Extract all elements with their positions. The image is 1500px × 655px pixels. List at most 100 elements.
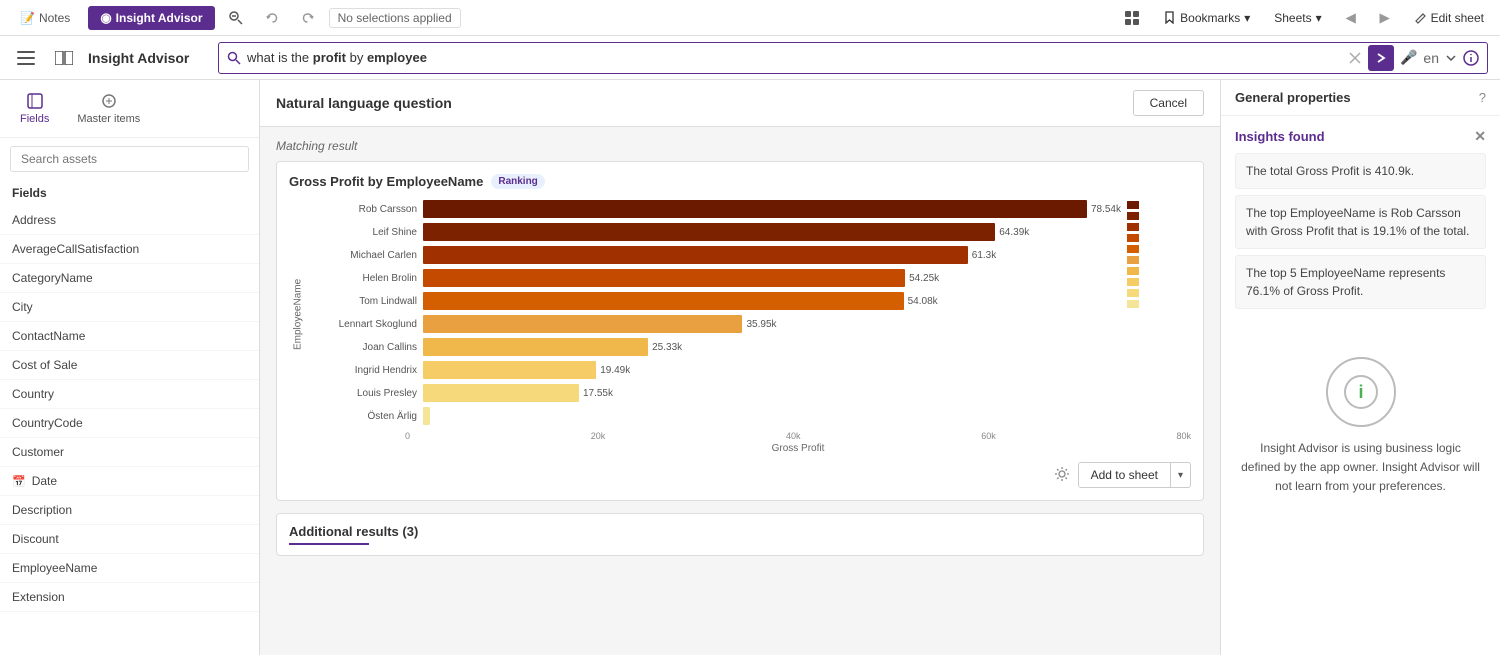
bar-row: Michael Carlen61.3k — [307, 245, 1121, 265]
field-item[interactable]: Cost of Sale — [0, 351, 259, 380]
field-item[interactable]: CategoryName — [0, 264, 259, 293]
bookmarks-btn[interactable]: Bookmarks ▾ — [1155, 7, 1258, 29]
notes-tab[interactable]: 📝 Notes — [8, 7, 82, 29]
bar-container: 35.95k — [423, 314, 1121, 334]
left-sidebar: Fields Master items Fields Address Averag… — [0, 80, 260, 655]
x-axis-label: Gross Profit — [405, 443, 1191, 454]
search-go-btn[interactable] — [1368, 45, 1394, 71]
additional-results: Additional results (3) — [276, 513, 1204, 556]
field-item[interactable]: Extension — [0, 583, 259, 612]
field-item[interactable]: Description — [0, 496, 259, 525]
add-sheet-main[interactable]: Add to sheet — [1079, 463, 1171, 487]
field-item[interactable]: Country — [0, 380, 259, 409]
search-assets-input[interactable] — [10, 146, 249, 172]
mic-icon[interactable]: 🎤 — [1400, 49, 1417, 66]
cancel-btn[interactable]: Cancel — [1133, 90, 1204, 116]
field-item[interactable]: Customer — [0, 438, 259, 467]
next-sheet-btn[interactable]: ▶ — [1372, 5, 1398, 31]
search-icon — [227, 51, 241, 65]
bar-container: 17.55k — [423, 383, 1121, 403]
field-name: Discount — [12, 532, 59, 546]
top-bar: 📝 Notes ◉ Insight Advisor No selections … — [0, 0, 1500, 36]
bar-fill — [423, 292, 904, 310]
bar-value: 64.39k — [999, 227, 1029, 238]
bar-value: 19.49k — [600, 365, 630, 376]
grid-view-btn[interactable] — [1117, 3, 1147, 33]
field-item[interactable]: ContactName — [0, 322, 259, 351]
field-item[interactable]: Address — [0, 206, 259, 235]
field-name: CountryCode — [12, 416, 83, 430]
bar-fill — [423, 269, 905, 287]
field-item[interactable]: CountryCode — [0, 409, 259, 438]
insight-advisor-tab[interactable]: ◉ Insight Advisor — [88, 6, 214, 30]
undo-btn[interactable] — [257, 3, 287, 33]
help-icon[interactable]: ? — [1479, 90, 1486, 105]
bar-container: 64.39k — [423, 222, 1121, 242]
field-name: Cost of Sale — [12, 358, 77, 372]
field-item[interactable]: 📅Date — [0, 467, 259, 496]
lang-selector[interactable]: en — [1423, 50, 1439, 66]
bar-container: 25.33k — [423, 337, 1121, 357]
general-properties-title: General properties — [1235, 90, 1351, 105]
bar-fill — [423, 315, 742, 333]
bar-chart-area: EmployeeName Rob Carsson78.54kLeif Shine… — [289, 199, 1191, 429]
bar-fill — [423, 338, 648, 356]
chart-card: Gross Profit by EmployeeName Ranking Emp… — [276, 161, 1204, 501]
chart-settings-btn[interactable] — [1054, 466, 1070, 485]
no-selections-text: No selections applied — [338, 11, 452, 25]
search-input[interactable]: what is the profit by employee — [247, 50, 1342, 65]
fields-label: Fields — [12, 186, 47, 200]
bar-label: Joan Callins — [307, 342, 417, 353]
field-name: City — [12, 300, 33, 314]
master-items-icon-item[interactable]: Master items — [69, 88, 148, 129]
edit-sheet-btn[interactable]: Edit sheet — [1406, 7, 1492, 29]
lang-chevron[interactable] — [1445, 52, 1457, 64]
field-name: Description — [12, 503, 72, 517]
bar-label: Östen Ärlig — [307, 411, 417, 422]
search-bar[interactable]: what is the profit by employee 🎤 en — [218, 42, 1488, 74]
advisor-info-text: Insight Advisor is using business logic … — [1241, 439, 1480, 497]
bar-value: 78.54k — [1091, 204, 1121, 215]
field-name: Address — [12, 213, 56, 227]
insights-found-section: Insights found ✕ The total Gross Profit … — [1221, 116, 1500, 327]
x-axis-tick: 80k — [1176, 431, 1191, 441]
x-axis-tick: 20k — [591, 431, 606, 441]
bar-row: Leif Shine64.39k — [307, 222, 1121, 242]
add-sheet-dropdown[interactable]: ▾ — [1171, 465, 1190, 486]
prev-sheet-btn[interactable]: ◀ — [1338, 5, 1364, 31]
legend-mini-bar — [1127, 212, 1139, 220]
info-icon[interactable] — [1463, 50, 1479, 66]
bar-label: Lennart Skoglund — [307, 319, 417, 330]
field-item[interactable]: EmployeeName — [0, 554, 259, 583]
bar-fill — [423, 361, 596, 379]
field-item[interactable]: City — [0, 293, 259, 322]
bar-value: 54.08k — [908, 296, 938, 307]
legend-mini-bar — [1127, 267, 1139, 275]
search-prefix: what is the — [247, 50, 313, 65]
legend-mini-bar — [1127, 289, 1139, 297]
zoom-icon-btn[interactable] — [221, 3, 251, 33]
field-item[interactable]: Discount — [0, 525, 259, 554]
insight-advisor-page-title: Insight Advisor — [88, 50, 208, 66]
center-scroll[interactable]: Matching result Gross Profit by Employee… — [260, 127, 1220, 655]
x-axis-tick: 40k — [786, 431, 801, 441]
bar-label: Tom Lindwall — [307, 296, 417, 307]
legend-mini-bar — [1127, 256, 1139, 264]
redo-btn[interactable] — [293, 3, 323, 33]
bar-container: 61.3k — [423, 245, 1121, 265]
bookmarks-label: Bookmarks — [1180, 11, 1240, 25]
fields-icon-item[interactable]: Fields — [12, 88, 57, 129]
add-sheet-btn[interactable]: Add to sheet ▾ — [1078, 462, 1191, 488]
x-axis: 020k40k60k80k — [405, 429, 1191, 441]
search-mid: by — [346, 50, 367, 65]
toggle-panel-btn[interactable] — [12, 44, 40, 72]
field-name: Date — [32, 474, 57, 488]
clear-search-icon[interactable] — [1348, 51, 1362, 65]
chart-inner: Rob Carsson78.54kLeif Shine64.39kMichael… — [307, 199, 1121, 429]
field-item[interactable]: AverageCallSatisfaction — [0, 235, 259, 264]
sheets-btn[interactable]: Sheets ▾ — [1266, 7, 1329, 29]
bar-row: Helen Brolin54.25k — [307, 268, 1121, 288]
right-panel: General properties ? Insights found ✕ Th… — [1220, 80, 1500, 655]
toggle-panel2-btn[interactable] — [50, 44, 78, 72]
insights-close-btn[interactable]: ✕ — [1474, 128, 1486, 145]
